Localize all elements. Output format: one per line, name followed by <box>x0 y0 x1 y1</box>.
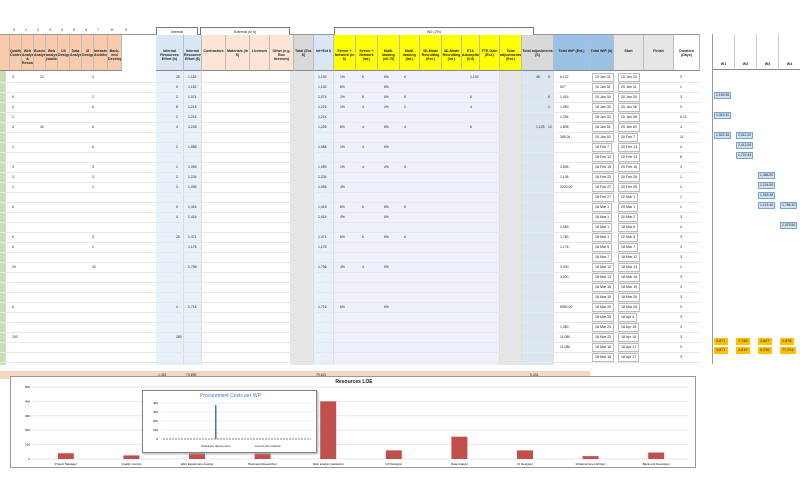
group-label-internal: Internal <box>156 27 198 35</box>
column-number: 1 <box>25 28 27 32</box>
y-tick-label: 100 <box>25 443 30 447</box>
y-tick-label: 300 <box>25 414 30 418</box>
column-number: 7 <box>97 28 99 32</box>
bar-ui-designer[interactable] <box>517 450 533 459</box>
week-total: 3,871 <box>714 338 728 345</box>
week-cost-cell: 1,963.48 <box>758 192 776 199</box>
bar-quality-control[interactable] <box>123 455 140 459</box>
footer-row: 904050444772484662371,45173,69979,6419,4… <box>0 35 700 389</box>
week-cost-cell: 2,159.36 <box>714 92 732 99</box>
bar-business-researcher[interactable] <box>254 453 271 459</box>
week-cost-cell: 2,075.50 <box>780 222 798 229</box>
week-total: 2,878 <box>780 338 794 345</box>
inset-bar[interactable] <box>215 405 217 439</box>
bar-back-end-developer[interactable] <box>648 452 665 459</box>
inset-y-tick: 0 <box>156 437 158 441</box>
inset-y-tick: 300 <box>153 410 158 414</box>
column-number: 9 <box>125 28 127 32</box>
chart-canvas: 500 400 300 200 100 0 Project Manager Quality C… <box>25 385 689 466</box>
week-header[interactable]: W1 <box>713 34 735 70</box>
x-tick-label: Project Manager <box>55 462 77 466</box>
column-number: 6 <box>85 28 87 32</box>
week-cost-cell: 1,466.90 <box>758 172 776 179</box>
week-cost-cell: 1,316.30 <box>714 112 732 119</box>
week-cost-cell: 1,104.00 <box>758 182 776 189</box>
week-total-cumulative: 3,871 <box>714 347 728 354</box>
x-tick-label: Business Researcher <box>248 462 277 466</box>
group-label-wp: W2 (2%) <box>334 27 534 35</box>
x-tick-label: Web Experience Analyst <box>181 462 214 466</box>
column-number: 0 <box>13 28 15 32</box>
inset-y-tick: 100 <box>153 428 158 432</box>
weekly-panel[interactable]: W1 W2 W3 W4 2,159.36 1,316.30 1,522.36 2,611.20… <box>712 34 800 364</box>
y-tick-label: 500 <box>25 385 30 389</box>
x-tick-label: Infrastructure Architect <box>576 462 606 466</box>
y-tick-label: 400 <box>25 399 30 403</box>
week-total-cumulative: 77,094 <box>780 347 796 354</box>
group-label-external: External (in h) <box>200 27 290 35</box>
x-tick-label: UX Designer <box>385 462 402 466</box>
inset-legend: Packages deployment <box>201 444 231 448</box>
week-cost-cell: 1,522.36 <box>714 132 732 139</box>
bar-web-analyst-statistics-[interactable] <box>320 401 337 459</box>
inset-y-tick: 200 <box>153 419 158 423</box>
week-total: 7,748 <box>736 338 750 345</box>
inset-note: Launch the website <box>255 444 281 448</box>
bar-data-analyst[interactable] <box>451 436 468 459</box>
bar-infrastructure-architect[interactable] <box>582 456 599 459</box>
inset-y-tick: 400 <box>153 401 158 405</box>
procurement-inset-chart[interactable]: Procurement Costs per WP 400 300 200 100 0 P… <box>142 390 317 453</box>
spreadsheet-grid[interactable]: 012345678910111213 Internal External (in… <box>0 27 700 389</box>
x-tick-label: Back-end Developer <box>643 462 670 466</box>
week-cost-cell: 2,611.20 <box>736 132 753 139</box>
column-number: 3 <box>49 28 51 32</box>
resources-loe-chart[interactable]: Resources LOE 500 400 300 200 100 0 Project Ma… <box>10 376 696 468</box>
week-cost-cell: 2,412.00 <box>736 142 754 149</box>
y-tick-label: 0 <box>28 457 30 461</box>
column-number: 8 <box>111 28 113 32</box>
week-total: 2,867 <box>758 338 772 345</box>
week-total-cumulative: 3,619 <box>736 347 750 354</box>
y-tick-label: 200 <box>25 428 30 432</box>
week-header[interactable]: W2 <box>735 34 757 70</box>
column-number: 5 <box>73 28 75 32</box>
week-cost-cell: 1,786.10 <box>780 202 798 209</box>
x-tick-label: UI Designer <box>517 462 533 466</box>
week-cost-cell: 1,113.44 <box>758 202 775 209</box>
x-tick-label: Data Analyst <box>451 462 468 466</box>
bar-ux-designer[interactable] <box>385 450 402 459</box>
week-cost-cell: 1,721.44 <box>736 152 754 159</box>
x-tick-label: Web analyst (statistics) <box>313 462 344 466</box>
x-tick-label: Quality Control <box>121 462 141 466</box>
week-total-cumulative: 6,036 <box>758 347 772 354</box>
column-number: 2 <box>37 28 39 32</box>
week-header[interactable]: W3 <box>757 34 779 70</box>
column-number: 4 <box>61 28 63 32</box>
bar-project-manager[interactable] <box>57 453 74 459</box>
week-header[interactable]: W4 <box>779 34 800 70</box>
